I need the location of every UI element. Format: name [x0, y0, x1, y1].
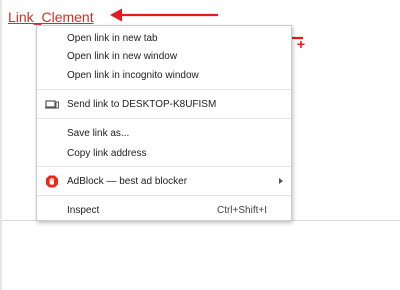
menu-separator — [37, 118, 291, 119]
menu-item-label: Open link in incognito window — [67, 70, 199, 81]
menu-item-label: Copy link address — [67, 148, 147, 159]
menu-item-label: Inspect — [67, 205, 100, 216]
chevron-right-icon — [279, 178, 283, 184]
menu-item-label: Save link as... — [67, 128, 130, 139]
menu-item-label: AdBlock — best ad blocker — [67, 176, 188, 187]
menu-separator — [37, 166, 291, 167]
window-left-edge — [0, 0, 2, 290]
menu-item-label: Send link to DESKTOP-K8UFISM — [67, 99, 217, 110]
menu-item-label: Open link in new tab — [67, 33, 158, 44]
menu-send-to-device[interactable]: Send link to DESKTOP-K8UFISM — [37, 96, 291, 113]
shortcut-label: Ctrl+Shift+I — [216, 205, 267, 216]
menu-open-incognito[interactable]: Open link in incognito window — [37, 67, 291, 84]
page-link[interactable]: Link_Clement — [8, 8, 94, 26]
menu-save-link-as[interactable]: Save link as... — [37, 125, 291, 142]
menu-item-label: Open link in new window — [67, 51, 178, 62]
adblock-hand-icon — [45, 175, 59, 188]
menu-inspect[interactable]: Inspect Ctrl+Shift+I — [37, 202, 291, 219]
menu-separator — [37, 89, 291, 90]
menu-copy-link-address[interactable]: Copy link address — [37, 145, 291, 162]
menu-adblock[interactable]: AdBlock — best ad blocker — [37, 173, 291, 190]
device-icon — [45, 100, 59, 109]
context-menu: Open link in new tab Open link in new wi… — [36, 25, 292, 221]
arrow-to-link — [110, 8, 218, 22]
menu-open-new-window[interactable]: Open link in new window — [37, 48, 291, 65]
menu-open-new-tab[interactable]: Open link in new tab — [37, 30, 291, 47]
menu-separator — [37, 195, 291, 196]
plus-marker: + — [297, 36, 305, 52]
